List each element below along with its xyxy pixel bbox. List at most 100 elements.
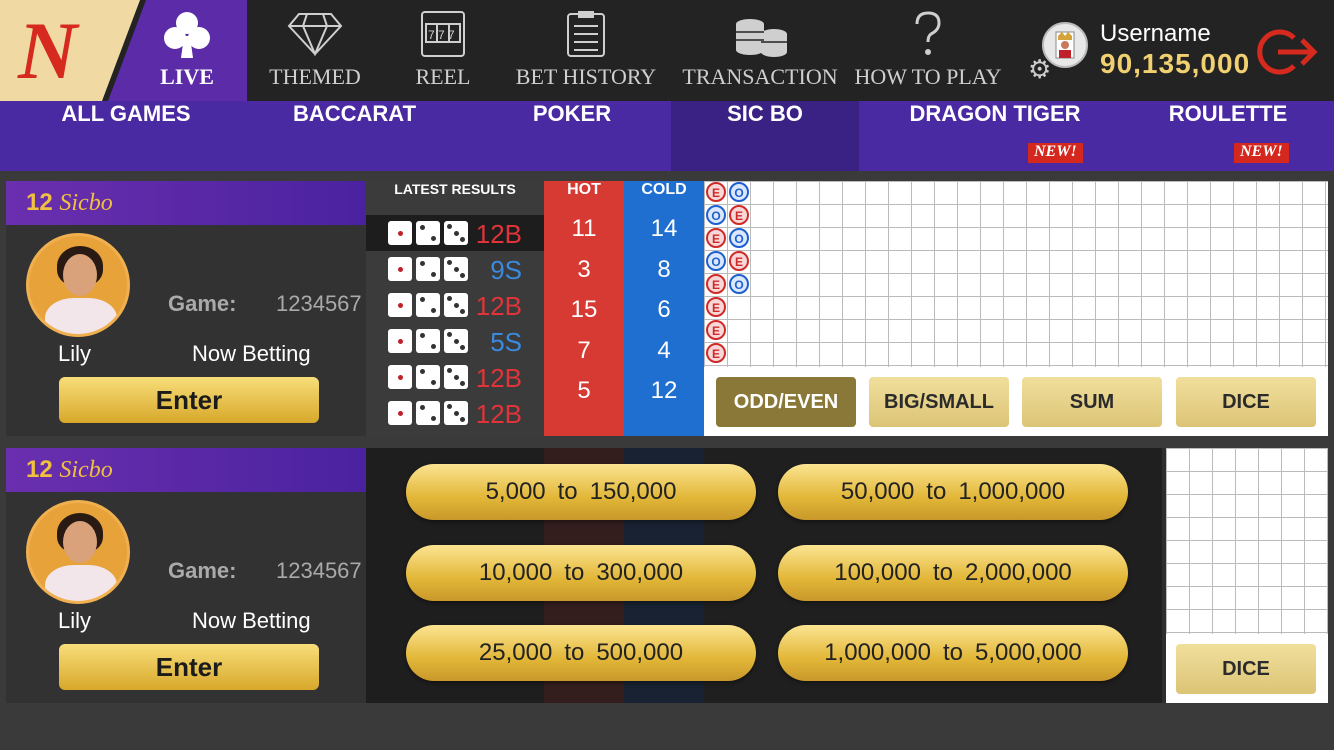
user-balance: 90,135,000 xyxy=(1100,48,1251,79)
tab-sum[interactable]: SUM xyxy=(1022,377,1162,427)
bet-range-overlay: 5,000 to 150,000 50,000 to 1,000,000 10,000 t… xyxy=(366,448,1162,703)
settings-gear-icon[interactable]: ⚙ xyxy=(1028,54,1051,85)
dice-icon xyxy=(388,293,472,317)
svg-text:7 7 7: 7 7 7 xyxy=(428,28,455,42)
diamond-icon xyxy=(287,13,343,56)
table-info: 12 Sicbo Lily Game: 1234567 Now Betting … xyxy=(6,181,366,436)
bet-range-option[interactable]: 50,000 to 1,000,000 xyxy=(778,464,1128,520)
road-map: EOOEEOOEEOEEE ODD/EVEN BIG/SMALL SUM DIC… xyxy=(704,181,1328,436)
cold-numbers: COLD 14 8 6 4 12 xyxy=(624,181,704,436)
cold-value: 12 xyxy=(650,377,678,404)
hot-value: 7 xyxy=(577,336,591,364)
game-category-bar: ALL GAMES BACCARAT POKER SIC BO DRAGON T… xyxy=(0,101,1334,171)
result-value: 12B xyxy=(475,399,522,429)
bead-marker: E xyxy=(706,343,726,363)
category-dragon-tiger[interactable]: DRAGON TIGER NEW! xyxy=(880,101,1110,171)
dice-icon xyxy=(388,221,472,245)
table-title: 12 Sicbo xyxy=(6,448,366,492)
enter-button[interactable]: Enter xyxy=(59,377,319,423)
slot-machine-icon: 7 7 7 xyxy=(421,11,465,57)
latest-results-header: LATEST RESULTS xyxy=(394,181,516,197)
result-value: 9S xyxy=(490,255,522,285)
logout-icon[interactable] xyxy=(1256,28,1320,76)
bead-marker: O xyxy=(706,205,726,225)
latest-results: LATEST RESULTS 12B 9S 12B 5S 12B 12B xyxy=(366,181,544,436)
bet-range-option[interactable]: 25,000 to 500,000 xyxy=(406,625,756,681)
cold-value: 6 xyxy=(657,296,671,323)
result-row: 12B xyxy=(366,359,544,395)
result-value: 5S xyxy=(490,327,522,357)
result-value: 12B xyxy=(475,363,522,393)
club-icon xyxy=(164,12,210,58)
nav-reel-label: REEL xyxy=(415,64,471,89)
nav-transaction[interactable]: TRANSACTION xyxy=(682,0,838,101)
result-row: 5S xyxy=(366,323,544,359)
bet-range-option[interactable]: 100,000 to 2,000,000 xyxy=(778,545,1128,601)
table-title: 12 Sicbo xyxy=(6,181,366,225)
category-dragon-tiger-label: DRAGON TIGER xyxy=(909,101,1081,126)
bet-range-option[interactable]: 5,000 to 150,000 xyxy=(406,464,756,520)
nav-themed[interactable]: THEMED xyxy=(262,0,368,101)
nav-bet-history[interactable]: BET HISTORY xyxy=(515,0,657,101)
nav-how-to-play[interactable]: HOW TO PLAY xyxy=(852,0,1004,101)
username: Username xyxy=(1100,20,1211,47)
dice-icon xyxy=(388,329,472,353)
tab-dice[interactable]: DICE xyxy=(1176,644,1316,694)
road-grid xyxy=(1166,448,1328,634)
bead-marker: O xyxy=(706,251,726,271)
bet-range-option[interactable]: 10,000 to 300,000 xyxy=(406,545,756,601)
bead-marker: E xyxy=(706,320,726,340)
table-status: Now Betting xyxy=(192,341,311,366)
table-card: 12 Sicbo Lily Game: 1234567 Now Betting … xyxy=(6,181,1328,436)
nav-reel[interactable]: 7 7 7 REEL xyxy=(398,0,488,101)
game-label: Game: xyxy=(168,558,237,583)
road-map: DICE xyxy=(1166,448,1328,703)
tab-odd-even[interactable]: ODD/EVEN xyxy=(716,377,856,427)
hot-value: 11 xyxy=(571,215,597,242)
coins-icon xyxy=(736,19,787,57)
dice-icon xyxy=(388,401,472,425)
result-value: 12B xyxy=(475,291,522,321)
table-status: Now Betting xyxy=(192,608,311,633)
bead-marker: O xyxy=(729,228,749,248)
hot-value: 15 xyxy=(570,296,598,323)
table-info: 12 Sicbo Lily Game: 1234567 Now Betting … xyxy=(6,448,366,703)
category-sic-bo[interactable]: SIC BO xyxy=(671,101,859,171)
nav-live[interactable]: LIVE xyxy=(132,0,242,101)
result-row: 12B xyxy=(366,287,544,323)
road-tabs: ODD/EVEN BIG/SMALL SUM DICE xyxy=(704,367,1328,436)
result-value: 12B xyxy=(475,219,522,249)
game-id: 1234567 xyxy=(276,291,362,316)
nav-live-label: LIVE xyxy=(160,64,214,89)
road-tabs: DICE xyxy=(1166,634,1328,703)
hot-numbers: HOT 11 3 15 7 5 xyxy=(544,181,624,436)
result-row: 9S xyxy=(366,251,544,287)
road-grid xyxy=(704,181,1328,367)
dice-icon xyxy=(388,257,472,281)
bead-marker: E xyxy=(706,182,726,202)
question-mark-icon xyxy=(915,11,941,55)
category-all-games[interactable]: ALL GAMES xyxy=(0,101,252,171)
dealer-name: Lily xyxy=(58,341,92,366)
dealer-avatar xyxy=(26,233,130,337)
hot-value: 5 xyxy=(577,377,591,404)
category-roulette[interactable]: ROULETTE NEW! xyxy=(1130,101,1326,171)
new-badge: NEW! xyxy=(1028,143,1083,163)
category-baccarat[interactable]: BACCARAT xyxy=(252,101,457,171)
nav-bet-history-label: BET HISTORY xyxy=(515,64,657,89)
user-panel: ⚙ Username 90,135,000 xyxy=(1028,0,1249,101)
result-row: 12B xyxy=(366,215,544,251)
nav-themed-label: THEMED xyxy=(269,64,361,89)
game-label: Game: xyxy=(168,291,237,316)
cold-header: COLD xyxy=(641,181,687,198)
tab-big-small[interactable]: BIG/SMALL xyxy=(869,377,1009,427)
bead-marker: E xyxy=(729,251,749,271)
category-poker[interactable]: POKER xyxy=(467,101,677,171)
enter-button[interactable]: Enter xyxy=(59,644,319,690)
hot-value: 3 xyxy=(577,255,591,283)
bead-marker: E xyxy=(706,228,726,248)
dealer-name: Lily xyxy=(58,608,92,633)
bet-range-option[interactable]: 1,000,000 to 5,000,000 xyxy=(778,625,1128,681)
tab-dice[interactable]: DICE xyxy=(1176,377,1316,427)
bead-marker: O xyxy=(729,182,749,202)
